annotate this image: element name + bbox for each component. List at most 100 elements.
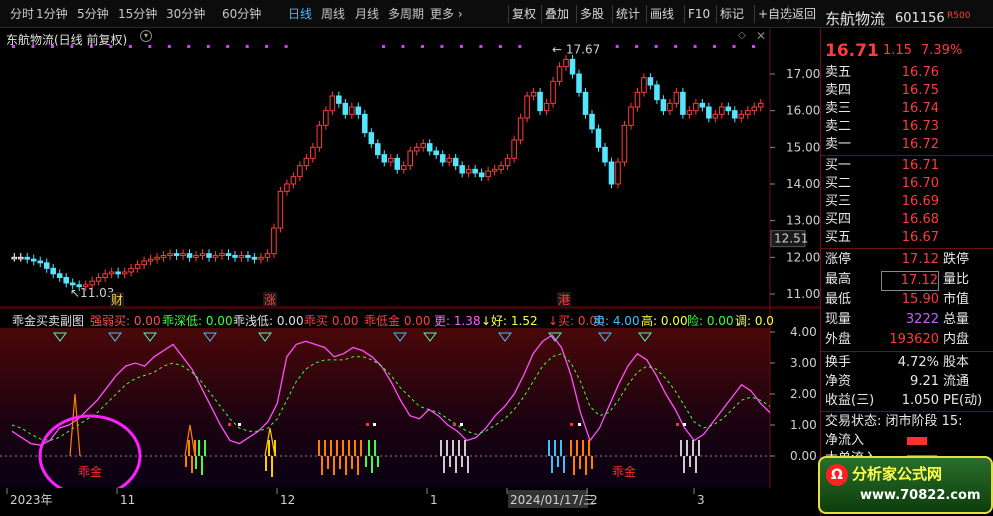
signal-square <box>676 423 679 426</box>
close-chart-icon[interactable]: ✕ <box>756 29 766 43</box>
signal-bar <box>588 440 590 456</box>
toolbar-button-4[interactable]: 画线 <box>646 5 677 23</box>
ask-row[interactable]: 卖一 16.72 <box>821 136 993 154</box>
quote-header: 东航物流 601156 R500 <box>821 10 993 28</box>
tab-5[interactable]: 60分钟 <box>222 6 261 22</box>
logo-title: 分析家公式网 <box>852 465 943 483</box>
separator <box>821 155 993 156</box>
candle-body <box>524 95 530 119</box>
tab-2[interactable]: 5分钟 <box>77 6 109 22</box>
tab-1[interactable]: 1分钟 <box>36 6 68 22</box>
low-label: ↖11.03 <box>70 286 114 300</box>
candle-body <box>349 106 355 115</box>
signal-bar <box>348 440 350 456</box>
settings-icon[interactable]: ◇ <box>738 30 746 41</box>
candle-body <box>30 258 37 262</box>
ask-row[interactable]: 卖二 16.73 <box>821 118 993 136</box>
bid-row[interactable]: 买一 16.71 <box>821 157 993 175</box>
signal-bar <box>342 440 344 456</box>
stat-value: 3222 <box>905 312 939 327</box>
toolbar-button-6[interactable]: 标记 <box>716 5 747 23</box>
candle-body <box>186 253 193 258</box>
indicator-item-value: 0.00 <box>328 314 359 328</box>
candle-body <box>95 277 102 282</box>
time-label: 2 <box>590 493 598 507</box>
candle-body <box>271 227 277 255</box>
candle-body <box>452 157 459 167</box>
signal-dot <box>226 45 230 48</box>
tab-8[interactable]: 月线 <box>355 6 379 22</box>
candle-body <box>173 253 180 257</box>
indicator-item-value: 1.52 <box>507 314 538 328</box>
signal-bar <box>265 456 267 471</box>
event-badge: 涨 <box>264 292 276 307</box>
candle-body <box>550 80 556 104</box>
signal-dot <box>713 45 717 48</box>
indicator-item-value: 0.00 <box>657 314 688 328</box>
indicator-name[interactable]: 乖金买卖副图 <box>12 312 84 329</box>
candle-body <box>225 253 232 257</box>
ind-y-tick-label: 3.00 <box>790 356 817 370</box>
candle-body <box>472 168 478 174</box>
tab-7[interactable]: 周线 <box>321 6 345 22</box>
stat-row: 外盘 193620 内盘 <box>821 331 993 349</box>
bid-row[interactable]: 买四 16.68 <box>821 211 993 229</box>
collapse-icon[interactable]: ▾ <box>140 30 152 42</box>
indicator-item-value: 0.00 <box>400 314 431 328</box>
toolbar-button-3[interactable]: 统计 <box>612 5 643 23</box>
tab-6[interactable]: 日线 <box>288 6 312 22</box>
candle-body <box>310 146 316 159</box>
candle-body <box>491 168 498 172</box>
ind-y-tick-label: 2.00 <box>790 387 817 401</box>
signal-bar <box>560 440 562 456</box>
kline-chart[interactable]: 分析家公式网—www.70822.com 分析家公式网—www.70822.co… <box>0 28 820 308</box>
stat-label2: 流通 <box>943 374 970 389</box>
toolbar-button-5[interactable]: F10 <box>684 5 713 23</box>
tab-0[interactable]: 分时 <box>10 6 34 22</box>
stat-label2: 跌停 <box>943 252 970 267</box>
indicator-chart[interactable]: 4.00 3.00 2.00 1.00 0.00 乖金 乖金 乖金买卖副图 强弱买: 0.00… <box>0 308 820 488</box>
stat-value: 1.050 <box>901 393 939 408</box>
toolbar-button-8[interactable]: 返回 <box>788 5 819 23</box>
candle-body <box>11 256 18 260</box>
tab-10[interactable]: 更多 › <box>430 6 463 22</box>
stat-label2: 股本 <box>943 355 970 370</box>
candle-body <box>303 157 310 167</box>
ask-row[interactable]: 卖四 16.75 <box>821 82 993 100</box>
signal-bar <box>458 440 460 456</box>
candle-body <box>654 84 660 101</box>
signal-bar <box>268 440 270 456</box>
candle-body <box>758 102 764 108</box>
bid-row[interactable]: 买三 16.69 <box>821 193 993 211</box>
candle-body <box>699 102 706 108</box>
tab-3[interactable]: 15分钟 <box>118 6 157 22</box>
signal-dot <box>674 45 678 48</box>
signal-bar <box>339 456 341 469</box>
ask-row[interactable]: 卖五 16.76 <box>821 64 993 82</box>
candle-body <box>219 253 225 257</box>
tab-4[interactable]: 30分钟 <box>166 6 205 22</box>
ind-y-tick-label: 4.00 <box>790 325 817 339</box>
toolbar-button-2[interactable]: 多股 <box>576 5 607 23</box>
indicator-item-value: 0.00 <box>273 314 304 328</box>
ask-row[interactable]: 卖三 16.74 <box>821 100 993 118</box>
candle-body <box>147 258 154 262</box>
toolbar-button-0[interactable]: 复权 <box>508 5 539 23</box>
candle-body <box>355 106 362 115</box>
toolbar-button-1[interactable]: 叠加 <box>541 5 572 23</box>
bid-row[interactable]: 买二 16.70 <box>821 175 993 193</box>
stat-label2: 市值 <box>943 292 970 307</box>
signal-bar <box>440 440 442 456</box>
signal-bar <box>455 456 457 473</box>
bid-row[interactable]: 买五 16.67 <box>821 229 993 247</box>
candle-body <box>673 91 680 104</box>
signal-bar <box>204 440 206 456</box>
candle-body <box>628 106 634 126</box>
signal-bar <box>185 456 187 467</box>
candle-body <box>381 154 388 163</box>
bid-label: 买四 <box>825 212 852 227</box>
tab-9[interactable]: 多周期 <box>388 6 424 22</box>
candle-body <box>634 91 641 108</box>
bid-price: 16.69 <box>901 194 939 209</box>
stat-row: 涨停 17.12 跌停 <box>821 251 993 269</box>
